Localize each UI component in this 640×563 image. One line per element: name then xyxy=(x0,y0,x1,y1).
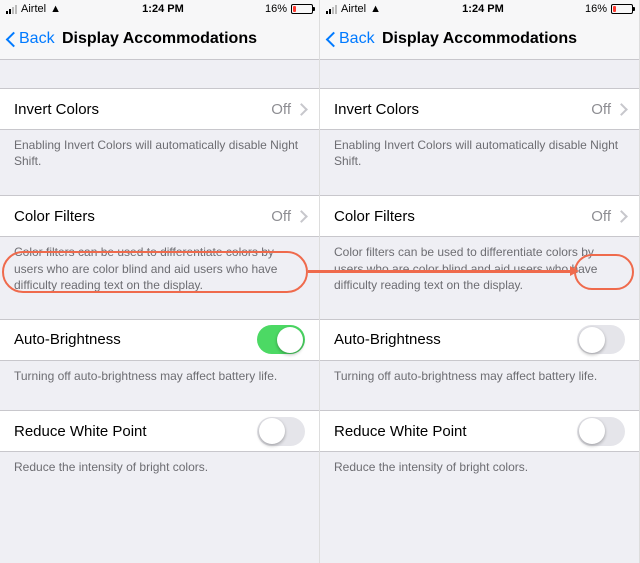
row-value: Off xyxy=(591,101,611,118)
back-button[interactable]: Back xyxy=(326,18,375,59)
status-time: 1:24 PM xyxy=(462,3,504,15)
back-label: Back xyxy=(339,30,375,48)
status-time: 1:24 PM xyxy=(142,3,184,15)
row-auto-brightness[interactable]: Auto-Brightness xyxy=(320,319,639,361)
row-value: Off xyxy=(271,101,291,118)
footer-invert: Enabling Invert Colors will automaticall… xyxy=(320,130,639,169)
footer-invert: Enabling Invert Colors will automaticall… xyxy=(0,130,319,169)
row-auto-brightness[interactable]: Auto-Brightness xyxy=(0,319,319,361)
battery-icon xyxy=(291,4,313,14)
chevron-right-icon xyxy=(617,103,625,115)
footer-filters: Color filters can be used to differentia… xyxy=(0,237,319,293)
toggle-reduce-white-point[interactable] xyxy=(257,417,305,446)
status-bar: Airtel ▲ 1:24 PM 16% xyxy=(320,0,639,18)
wifi-icon: ▲ xyxy=(50,3,61,15)
row-reduce-white-point[interactable]: Reduce White Point xyxy=(320,410,639,452)
chevron-left-icon xyxy=(6,30,17,48)
chevron-left-icon xyxy=(326,30,337,48)
row-invert-colors[interactable]: Invert Colors Off xyxy=(0,88,319,130)
row-label: Auto-Brightness xyxy=(334,331,577,348)
row-reduce-white-point[interactable]: Reduce White Point xyxy=(0,410,319,452)
row-value: Off xyxy=(271,208,291,225)
battery-icon xyxy=(611,4,633,14)
footer-auto: Turning off auto-brightness may affect b… xyxy=(320,361,639,384)
back-button[interactable]: Back xyxy=(6,18,55,59)
row-color-filters[interactable]: Color Filters Off xyxy=(0,195,319,237)
row-color-filters[interactable]: Color Filters Off xyxy=(320,195,639,237)
battery-percent: 16% xyxy=(265,3,287,15)
signal-icon xyxy=(6,5,17,14)
screenshot-right: Airtel ▲ 1:24 PM 16% Back Display Accomm… xyxy=(320,0,640,563)
chevron-right-icon xyxy=(297,103,305,115)
toggle-reduce-white-point[interactable] xyxy=(577,417,625,446)
row-invert-colors[interactable]: Invert Colors Off xyxy=(320,88,639,130)
wifi-icon: ▲ xyxy=(370,3,381,15)
row-label: Color Filters xyxy=(14,208,271,225)
battery-percent: 16% xyxy=(585,3,607,15)
status-bar: Airtel ▲ 1:24 PM 16% xyxy=(0,0,319,18)
page-title: Display Accommodations xyxy=(382,30,577,48)
toggle-auto-brightness[interactable] xyxy=(577,325,625,354)
footer-rwp: Reduce the intensity of bright colors. xyxy=(0,452,319,475)
footer-filters: Color filters can be used to differentia… xyxy=(320,237,639,293)
page-title: Display Accommodations xyxy=(62,30,257,48)
footer-rwp: Reduce the intensity of bright colors. xyxy=(320,452,639,475)
row-value: Off xyxy=(591,208,611,225)
back-label: Back xyxy=(19,30,55,48)
row-label: Auto-Brightness xyxy=(14,331,257,348)
row-label: Reduce White Point xyxy=(334,423,577,440)
row-label: Reduce White Point xyxy=(14,423,257,440)
row-label: Invert Colors xyxy=(334,101,591,118)
signal-icon xyxy=(326,5,337,14)
toggle-auto-brightness[interactable] xyxy=(257,325,305,354)
screenshot-left: Airtel ▲ 1:24 PM 16% Back Display Accomm… xyxy=(0,0,320,563)
row-label: Invert Colors xyxy=(14,101,271,118)
nav-bar: Back Display Accommodations xyxy=(320,18,639,60)
carrier-label: Airtel xyxy=(21,3,46,15)
carrier-label: Airtel xyxy=(341,3,366,15)
nav-bar: Back Display Accommodations xyxy=(0,18,319,60)
chevron-right-icon xyxy=(297,210,305,222)
chevron-right-icon xyxy=(617,210,625,222)
footer-auto: Turning off auto-brightness may affect b… xyxy=(0,361,319,384)
row-label: Color Filters xyxy=(334,208,591,225)
